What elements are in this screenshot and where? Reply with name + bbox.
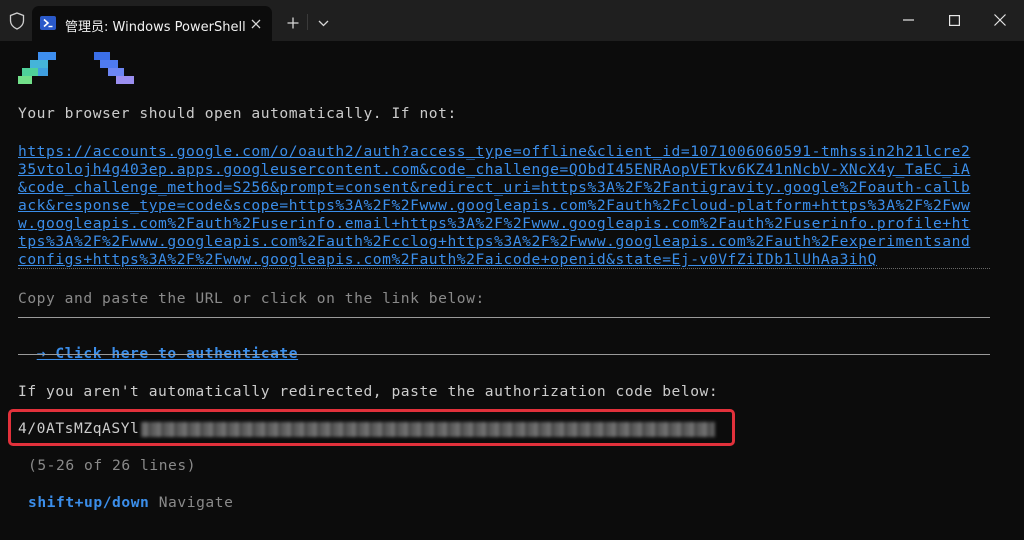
- lines-status: (5-26 of 26 lines): [28, 457, 197, 474]
- tab-powershell[interactable]: 管理员: Windows PowerShell: [32, 6, 272, 41]
- tab-close-icon[interactable]: [246, 14, 266, 34]
- auth-url-line[interactable]: w.googleapis.com%2Fauth%2Fuserinfo.email…: [18, 215, 970, 233]
- divider-bottom: [18, 354, 990, 355]
- close-button[interactable]: [984, 6, 1016, 34]
- redacted-code: [141, 421, 716, 437]
- auth-url-line[interactable]: https://accounts.google.com/o/oauth2/aut…: [18, 143, 970, 161]
- auth-url-line[interactable]: tps%3A%2F%2Fwww.googleapis.com%2Fauth%2F…: [18, 233, 970, 251]
- maximize-button[interactable]: [938, 6, 970, 34]
- redirect-message: If you aren't automatically redirected, …: [18, 383, 719, 400]
- copy-message: Copy and paste the URL or click on the l…: [18, 290, 485, 307]
- auth-url-line[interactable]: configs+https%3A%2F%2Fwww.googleapis.com…: [18, 251, 877, 269]
- shield-icon[interactable]: [6, 10, 28, 32]
- navigate-keys: shift+up/down: [28, 494, 150, 511]
- title-bar: 管理员: Windows PowerShell: [0, 0, 1024, 41]
- minimize-icon: [902, 19, 914, 21]
- url-dotted-rule: [18, 268, 990, 269]
- navigate-hint: shift+up/down Navigate: [28, 494, 233, 512]
- navigate-label: Navigate: [158, 494, 234, 511]
- divider-top: [18, 317, 990, 318]
- new-tab-button[interactable]: [282, 12, 304, 34]
- tab-title: 管理员: Windows PowerShell: [65, 20, 246, 35]
- auth-url-line[interactable]: &code_challenge_method=S256&prompt=conse…: [18, 179, 970, 197]
- close-icon: [994, 14, 1006, 26]
- minimize-button[interactable]: [892, 6, 924, 34]
- tab-dropdown-button[interactable]: [312, 12, 334, 34]
- maximize-icon: [948, 14, 960, 26]
- powershell-icon: [40, 16, 56, 30]
- chevron-down-icon: [318, 20, 328, 26]
- auth-link-row: → Click here to authenticate: [18, 327, 298, 363]
- browser-message: Your browser should open automatically. …: [18, 105, 457, 122]
- logo-left-icon: [18, 52, 56, 84]
- auth-url-line[interactable]: 35vtolojh4g403ep.apps.googleusercontent.…: [18, 161, 970, 179]
- auth-code-value: 4/0ATsMZqASYl: [18, 420, 140, 437]
- auth-code-input[interactable]: 4/0ATsMZqASYl: [18, 420, 716, 438]
- logo-right-icon: [94, 52, 134, 84]
- plus-icon: [287, 17, 299, 29]
- auth-url-line[interactable]: ack&response_type=code&scope=https%3A%2F…: [18, 197, 970, 215]
- tab-separator: [307, 14, 308, 30]
